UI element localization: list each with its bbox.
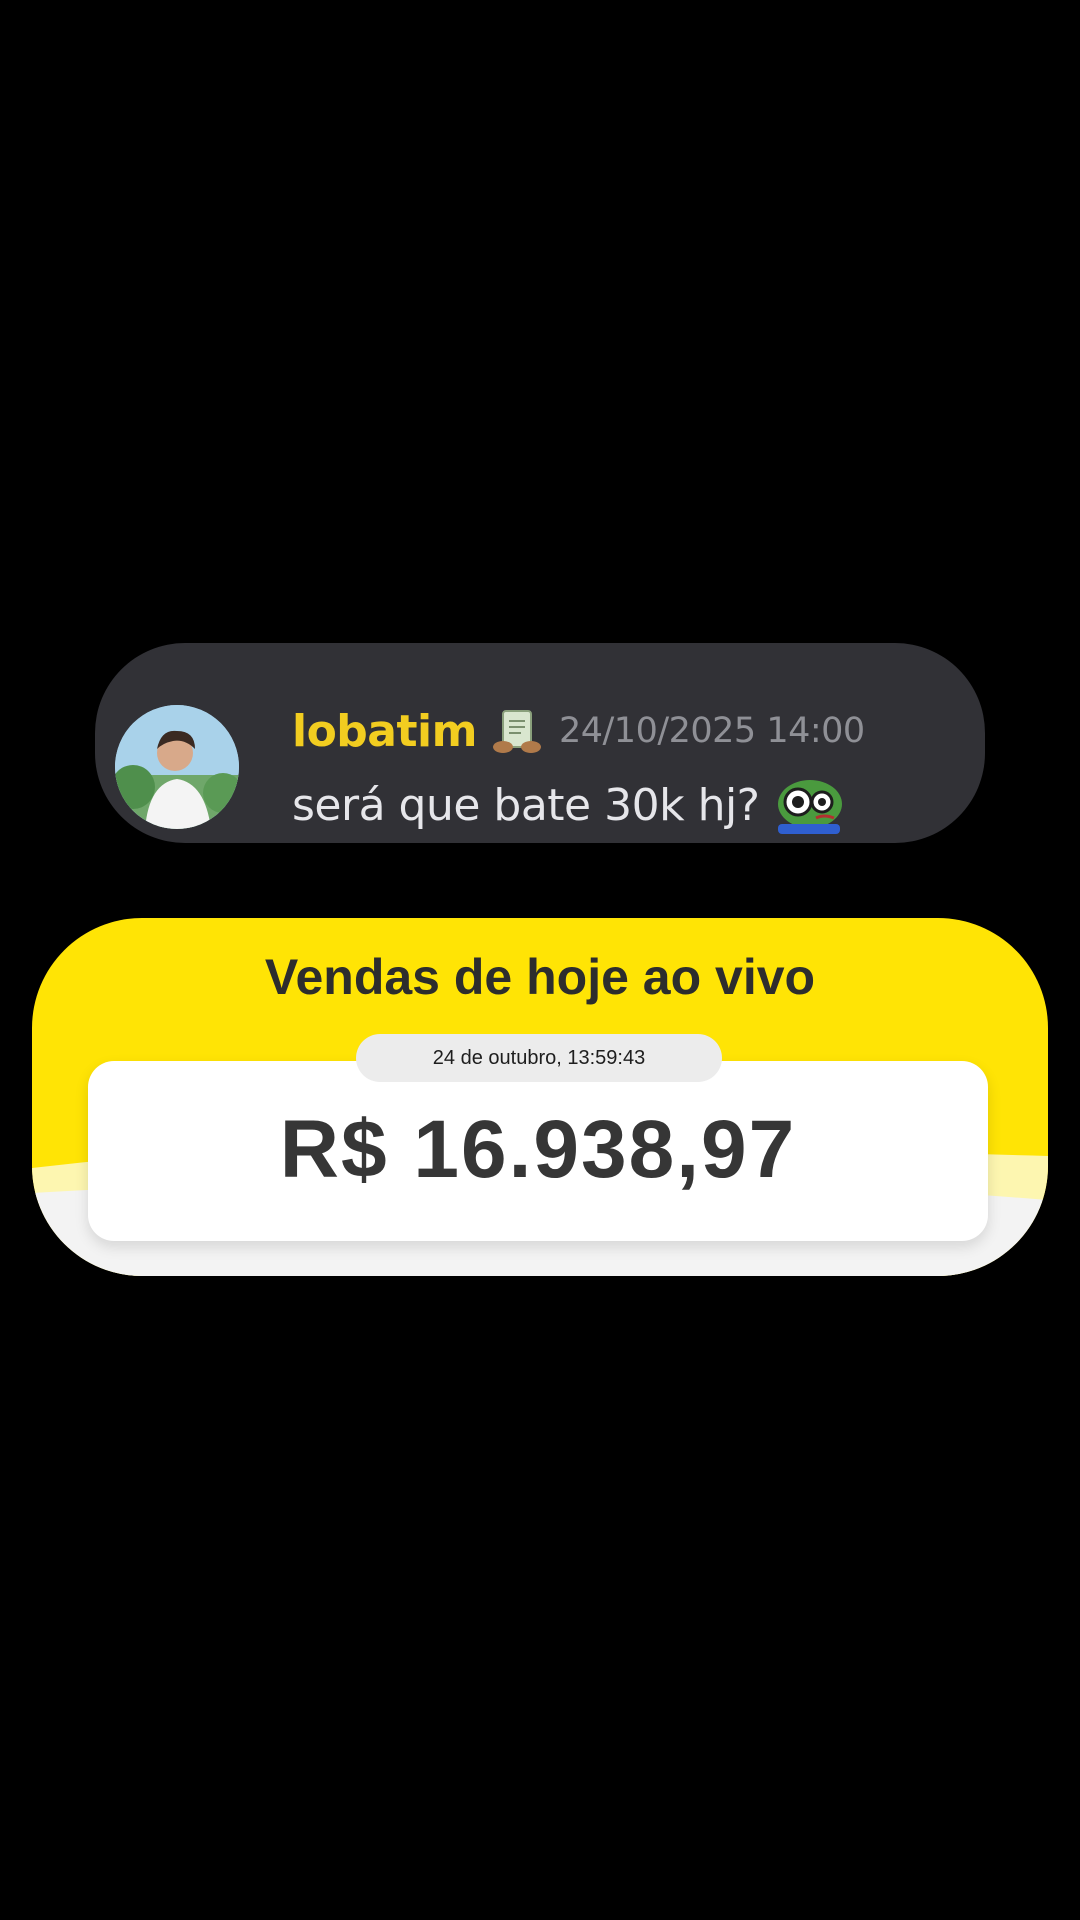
avatar[interactable]: [115, 705, 239, 829]
pepe-sad-emoji-icon: [777, 780, 842, 834]
date-time-pill: 24 de outubro, 13:59:43: [356, 1034, 722, 1082]
message-header: lobatim 24/10/2025 14:00: [292, 703, 865, 759]
message-text: será que bate 30k hj?: [292, 779, 760, 831]
panel-title: Vendas de hoje ao vivo: [264, 949, 816, 1005]
message-body: será que bate 30k hj?: [292, 774, 844, 836]
message-timestamp: 24/10/2025 14:00: [558, 711, 865, 751]
username[interactable]: lobatim: [292, 706, 477, 757]
sales-live-panel: Vendas de hoje ao vivo R$ 16.938,97 24 d…: [32, 918, 1048, 1276]
amount-box: R$ 16.938,97: [88, 1061, 988, 1241]
chat-message-card: lobatim 24/10/2025 14:00 será que bate 3…: [95, 643, 985, 843]
sales-amount: R$ 16.938,97: [279, 1104, 797, 1195]
money-badge-icon: [492, 710, 541, 753]
